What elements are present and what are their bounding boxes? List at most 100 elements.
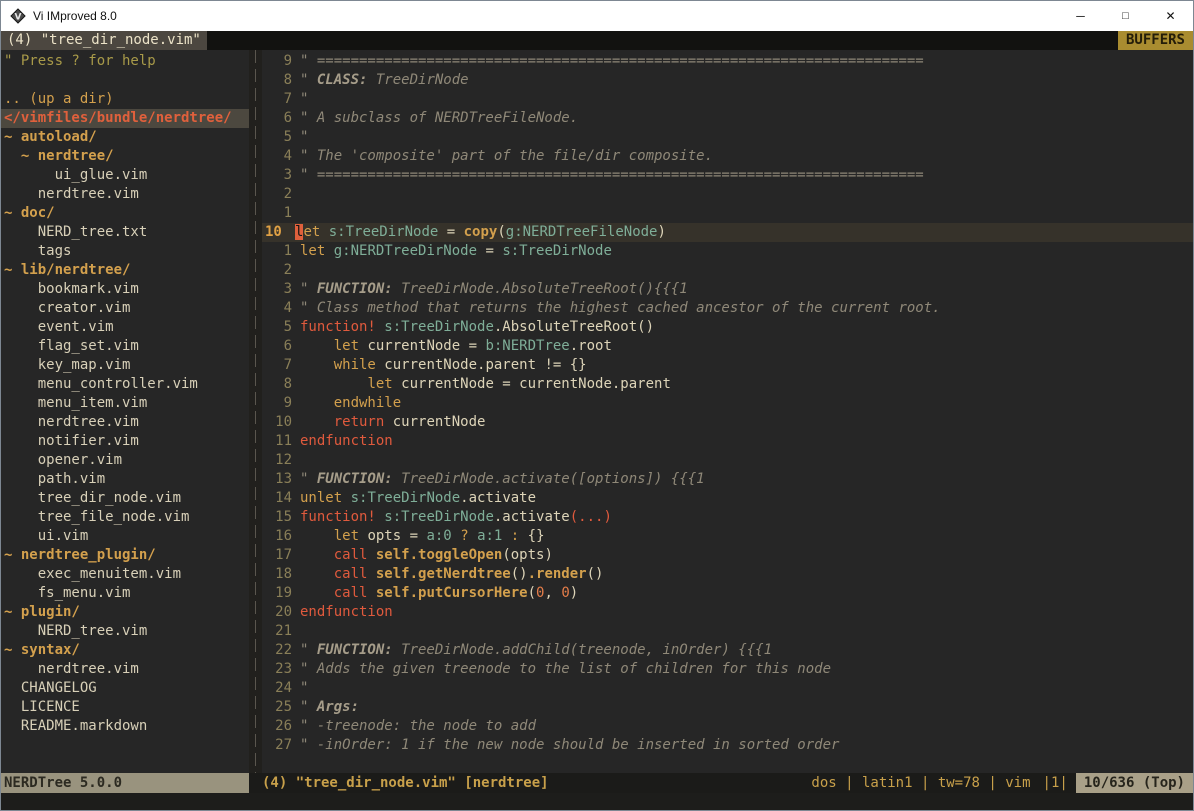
tree-dir-item[interactable]: ~ nerdtree_plugin/ xyxy=(1,546,249,565)
buffers-label: BUFFERS xyxy=(1118,31,1193,50)
code-line[interactable]: 10let s:TreeDirNode = copy(g:NERDTreeFil… xyxy=(262,223,1193,242)
code-line[interactable]: 7 while currentNode.parent != {} xyxy=(262,356,1193,375)
close-button[interactable]: ✕ xyxy=(1148,1,1193,31)
code-line[interactable]: 11endfunction xyxy=(262,432,1193,451)
tab-tree-dir-node[interactable]: (4) "tree_dir_node.vim" xyxy=(1,31,207,50)
tree-file-item[interactable]: menu_controller.vim xyxy=(1,375,249,394)
code-text: " ======================================… xyxy=(300,52,924,71)
tree-file-item[interactable]: nerdtree.vim xyxy=(1,660,249,679)
code-line[interactable]: 13" FUNCTION: TreeDirNode.activate([opti… xyxy=(262,470,1193,489)
tree-file-item[interactable]: CHANGELOG xyxy=(1,679,249,698)
tree-file-item[interactable]: NERD_tree.txt xyxy=(1,223,249,242)
code-line[interactable]: 4" The 'composite' part of the file/dir … xyxy=(262,147,1193,166)
tree-file-item[interactable]: LICENCE xyxy=(1,698,249,717)
tree-file-item[interactable]: ui.vim xyxy=(1,527,249,546)
tree-file-item[interactable]: tree_dir_node.vim xyxy=(1,489,249,508)
code-line[interactable]: 9" =====================================… xyxy=(262,52,1193,71)
line-number: 8 xyxy=(262,71,300,90)
line-number: 15 xyxy=(262,508,300,527)
window-title: Vi IMproved 8.0 xyxy=(33,9,117,23)
code-line[interactable]: 27" -inOrder: 1 if the new node should b… xyxy=(262,736,1193,755)
tree-dir-item[interactable]: ~ plugin/ xyxy=(1,603,249,622)
tree-root-line[interactable]: </vimfiles/bundle/nerdtree/ xyxy=(1,109,249,128)
code-line[interactable]: 15function! s:TreeDirNode.activate(...) xyxy=(262,508,1193,527)
tree-file-item[interactable]: event.vim xyxy=(1,318,249,337)
code-text: let s:TreeDirNode = copy(g:NERDTreeFileN… xyxy=(295,223,666,242)
code-line[interactable]: 22" FUNCTION: TreeDirNode.addChild(treen… xyxy=(262,641,1193,660)
tree-dir-item[interactable]: ~ doc/ xyxy=(1,204,249,223)
code-line[interactable]: 20endfunction xyxy=(262,603,1193,622)
line-number: 8 xyxy=(262,375,300,394)
code-line[interactable]: 26" -treenode: the node to add xyxy=(262,717,1193,736)
code-line[interactable]: 8" CLASS: TreeDirNode xyxy=(262,71,1193,90)
code-line[interactable]: 5function! s:TreeDirNode.AbsoluteTreeRoo… xyxy=(262,318,1193,337)
line-number: 5 xyxy=(262,318,300,337)
maximize-button[interactable]: □ xyxy=(1103,1,1148,31)
code-line[interactable]: 14unlet s:TreeDirNode.activate xyxy=(262,489,1193,508)
code-line[interactable]: 19 call self.putCursorHere(0, 0) xyxy=(262,584,1193,603)
tree-file-item[interactable]: opener.vim xyxy=(1,451,249,470)
code-text: let currentNode = currentNode.parent xyxy=(300,375,671,394)
line-number: 9 xyxy=(262,394,300,413)
code-line[interactable]: 8 let currentNode = currentNode.parent xyxy=(262,375,1193,394)
code-line[interactable]: 3" FUNCTION: TreeDirNode.AbsoluteTreeRoo… xyxy=(262,280,1193,299)
tree-up-line[interactable]: .. (up a dir) xyxy=(1,90,249,109)
tree-file-item[interactable]: fs_menu.vim xyxy=(1,584,249,603)
line-number: 16 xyxy=(262,527,300,546)
line-number: 10 xyxy=(262,223,295,242)
code-text: while currentNode.parent != {} xyxy=(300,356,587,375)
code-line[interactable]: 10 return currentNode xyxy=(262,413,1193,432)
code-line[interactable]: 2 xyxy=(262,261,1193,280)
tree-dir-item[interactable]: ~ autoload/ xyxy=(1,128,249,147)
code-line[interactable]: 16 let opts = a:0 ? a:1 : {} xyxy=(262,527,1193,546)
tree-file-item[interactable]: nerdtree.vim xyxy=(1,185,249,204)
code-line[interactable]: 7" xyxy=(262,90,1193,109)
tree-dir-item[interactable]: ~ syntax/ xyxy=(1,641,249,660)
code-line[interactable]: 21 xyxy=(262,622,1193,641)
tree-file-item[interactable]: key_map.vim xyxy=(1,356,249,375)
line-number: 1 xyxy=(262,242,300,261)
code-text: call self.toggleOpen(opts) xyxy=(300,546,553,565)
code-line[interactable]: 23" Adds the given treenode to the list … xyxy=(262,660,1193,679)
tree-file-item[interactable]: README.markdown xyxy=(1,717,249,736)
code-line[interactable]: 6 let currentNode = b:NERDTree.root xyxy=(262,337,1193,356)
tree-dir-item[interactable]: ~ nerdtree/ xyxy=(1,147,249,166)
code-line[interactable]: 18 call self.getNerdtree().render() xyxy=(262,565,1193,584)
code-line[interactable]: 12 xyxy=(262,451,1193,470)
tree-file-item[interactable]: NERD_tree.vim xyxy=(1,622,249,641)
tree-file-item[interactable]: nerdtree.vim xyxy=(1,413,249,432)
code-line[interactable]: 17 call self.toggleOpen(opts) xyxy=(262,546,1193,565)
code-line[interactable]: 6" A subclass of NERDTreeFileNode. xyxy=(262,109,1193,128)
nerdtree-panel[interactable]: " Press ? for help .. (up a dir)</vimfil… xyxy=(1,50,249,773)
tree-file-item[interactable]: ui_glue.vim xyxy=(1,166,249,185)
code-text: " FUNCTION: TreeDirNode.addChild(treenod… xyxy=(300,641,772,660)
tree-file-item[interactable]: exec_menuitem.vim xyxy=(1,565,249,584)
window-separator[interactable] xyxy=(249,50,262,773)
statusline-file-flags: dos | latin1 | tw=78 | vim xyxy=(811,773,1042,793)
minimize-button[interactable]: ─ xyxy=(1058,1,1103,31)
tree-file-item[interactable]: menu_item.vim xyxy=(1,394,249,413)
tree-file-item[interactable]: tree_file_node.vim xyxy=(1,508,249,527)
code-line[interactable]: 25" Args: xyxy=(262,698,1193,717)
line-number: 10 xyxy=(262,413,300,432)
tree-file-item[interactable]: path.vim xyxy=(1,470,249,489)
code-line[interactable]: 1let g:NERDTreeDirNode = s:TreeDirNode xyxy=(262,242,1193,261)
code-text: " ======================================… xyxy=(300,166,924,185)
code-line[interactable]: 9 endwhile xyxy=(262,394,1193,413)
editor-pane[interactable]: 9 " =====================================… xyxy=(262,50,1193,773)
tree-file-item[interactable]: notifier.vim xyxy=(1,432,249,451)
tree-file-item[interactable]: creator.vim xyxy=(1,299,249,318)
code-line[interactable]: 5" xyxy=(262,128,1193,147)
tree-dir-item[interactable]: ~ lib/nerdtree/ xyxy=(1,261,249,280)
statusline-window-indicator: |1| xyxy=(1043,773,1076,793)
code-line[interactable]: 4" Class method that returns the highest… xyxy=(262,299,1193,318)
tree-file-item[interactable]: flag_set.vim xyxy=(1,337,249,356)
code-text: endfunction xyxy=(300,432,393,451)
code-line[interactable]: 3" =====================================… xyxy=(262,166,1193,185)
code-line[interactable]: 24" xyxy=(262,679,1193,698)
code-line[interactable]: 1 xyxy=(262,204,1193,223)
tree-file-item[interactable]: bookmark.vim xyxy=(1,280,249,299)
command-line xyxy=(1,793,1193,811)
tree-file-item[interactable]: tags xyxy=(1,242,249,261)
code-line[interactable]: 2 xyxy=(262,185,1193,204)
